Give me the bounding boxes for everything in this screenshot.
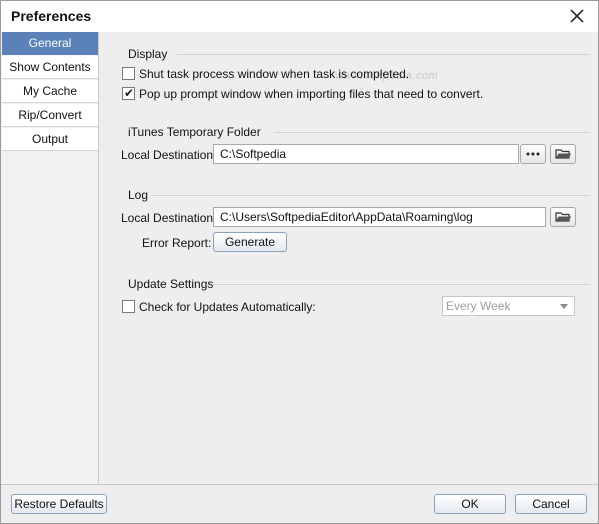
- close-button[interactable]: [567, 6, 587, 26]
- sidebar-item-label: Rip/Convert: [18, 108, 82, 122]
- sidebar: General Show Contents My Cache Rip/Conve…: [1, 32, 99, 484]
- sidebar-item-label: General: [28, 36, 72, 50]
- log-destination-field[interactable]: C:\Users\SoftpediaEditor\AppData\Roaming…: [213, 207, 546, 227]
- browse-button[interactable]: [520, 144, 546, 164]
- auto-update-label: Check for Updates Automatically:: [139, 300, 316, 314]
- window-title: Preferences: [11, 8, 92, 24]
- section-divider: [213, 284, 589, 285]
- section-divider: [275, 132, 589, 133]
- sidebar-item-label: My Cache: [22, 84, 78, 98]
- folder-open-icon: [555, 212, 571, 222]
- itunes-destination-label: Local Destination:: [121, 148, 217, 162]
- sidebar-item-show-contents[interactable]: Show Contents: [2, 56, 98, 79]
- update-section-title: Update Settings: [128, 277, 214, 291]
- cancel-button[interactable]: Cancel: [515, 494, 587, 514]
- checkmark-icon: ✔: [124, 86, 135, 100]
- error-report-label: Error Report:: [142, 236, 212, 250]
- popup-prompt-checkbox[interactable]: ✔: [122, 86, 135, 100]
- footer-bar: Restore Defaults OK Cancel: [1, 484, 598, 523]
- shut-task-checkbox[interactable]: [122, 67, 135, 80]
- shut-task-label: Shut task process window when task is co…: [139, 67, 410, 81]
- update-frequency-select[interactable]: Every Week: [442, 296, 575, 316]
- settings-panel: www.softpedia.com Display Shut task proc…: [99, 32, 598, 484]
- sidebar-item-label: Output: [31, 132, 69, 146]
- sidebar-item-general[interactable]: General: [2, 32, 98, 55]
- itunes-section-title: iTunes Temporary Folder: [128, 125, 261, 139]
- restore-defaults-button[interactable]: Restore Defaults: [11, 494, 107, 514]
- folder-open-icon: [555, 149, 571, 159]
- log-open-folder-button[interactable]: [550, 207, 576, 227]
- update-frequency-value: Every Week: [446, 299, 511, 313]
- sidebar-item-label: Show Contents: [9, 60, 91, 74]
- preferences-window: Preferences General Show Contents My Cac…: [0, 0, 599, 524]
- more-dots-icon: [526, 152, 540, 156]
- popup-prompt-label: Pop up prompt window when importing file…: [139, 87, 484, 101]
- itunes-open-folder-button[interactable]: [550, 144, 576, 164]
- section-divider: [151, 195, 589, 196]
- display-section-title: Display: [128, 47, 168, 61]
- log-section-title: Log: [128, 188, 149, 202]
- auto-update-checkbox[interactable]: [122, 300, 135, 313]
- ok-button[interactable]: OK: [434, 494, 506, 514]
- itunes-destination-field[interactable]: C:\Softpedia: [213, 144, 519, 164]
- sidebar-item-output[interactable]: Output: [2, 128, 98, 151]
- sidebar-item-my-cache[interactable]: My Cache: [2, 80, 98, 103]
- generate-button[interactable]: Generate: [213, 232, 287, 252]
- close-icon: [570, 9, 584, 23]
- section-divider: [177, 54, 589, 55]
- chevron-down-icon: [560, 304, 568, 309]
- log-destination-label: Local Destination:: [121, 211, 217, 225]
- title-bar: Preferences: [1, 1, 598, 32]
- sidebar-item-rip-convert[interactable]: Rip/Convert: [2, 104, 98, 127]
